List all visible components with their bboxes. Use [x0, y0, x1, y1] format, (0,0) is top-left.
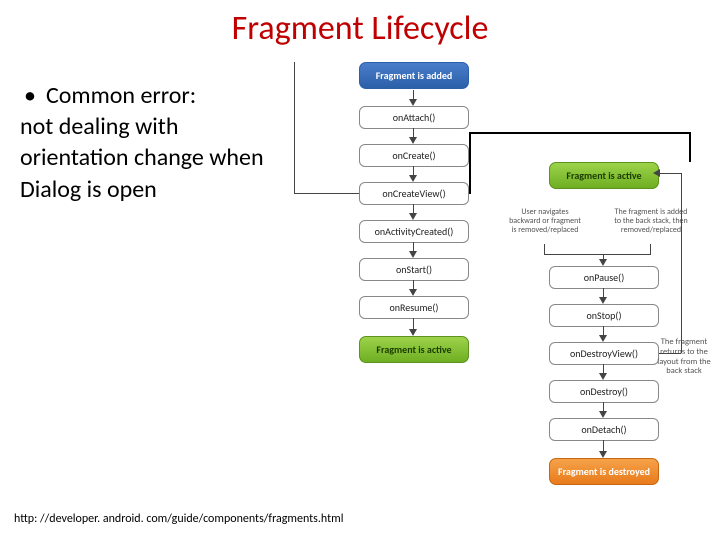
node-onresume: onResume(): [359, 296, 469, 319]
bullet-dot-icon: •: [24, 80, 36, 111]
node-ondestroyview: onDestroyView(): [549, 342, 659, 365]
page-title: Fragment Lifecycle: [0, 0, 720, 49]
note-user-navigates: User navigates backward or fragment is r…: [506, 208, 584, 234]
bullet-body: not dealing with orientation change when…: [20, 111, 270, 205]
node-oncreateview: onCreateView(): [359, 182, 469, 205]
bullet-lead: Common error:: [46, 80, 196, 111]
node-onattach: onAttach(): [359, 106, 469, 129]
node-ondestroy: onDestroy(): [549, 380, 659, 403]
note-backstack-added: The fragment is added to the back stack,…: [612, 208, 690, 234]
state-fragment-added: Fragment is added: [359, 62, 469, 89]
lifecycle-diagram: Fragment is added onAttach() onCreate() …: [294, 62, 714, 532]
node-oncreate: onCreate(): [359, 144, 469, 167]
node-onstart: onStart(): [359, 258, 469, 281]
node-onpause: onPause(): [549, 266, 659, 289]
node-ondetach: onDetach(): [549, 418, 659, 441]
bullet-text-block: • Common error: not dealing with orienta…: [20, 80, 270, 205]
node-onactivitycreated: onActivityCreated(): [359, 220, 469, 243]
state-fragment-active-right: Fragment is active: [549, 162, 659, 189]
note-return-layout: The fragment returns to the layout from …: [656, 338, 712, 377]
state-fragment-active-left: Fragment is active: [359, 336, 469, 363]
state-fragment-destroyed: Fragment is destroyed: [549, 458, 659, 485]
node-onstop: onStop(): [549, 304, 659, 327]
